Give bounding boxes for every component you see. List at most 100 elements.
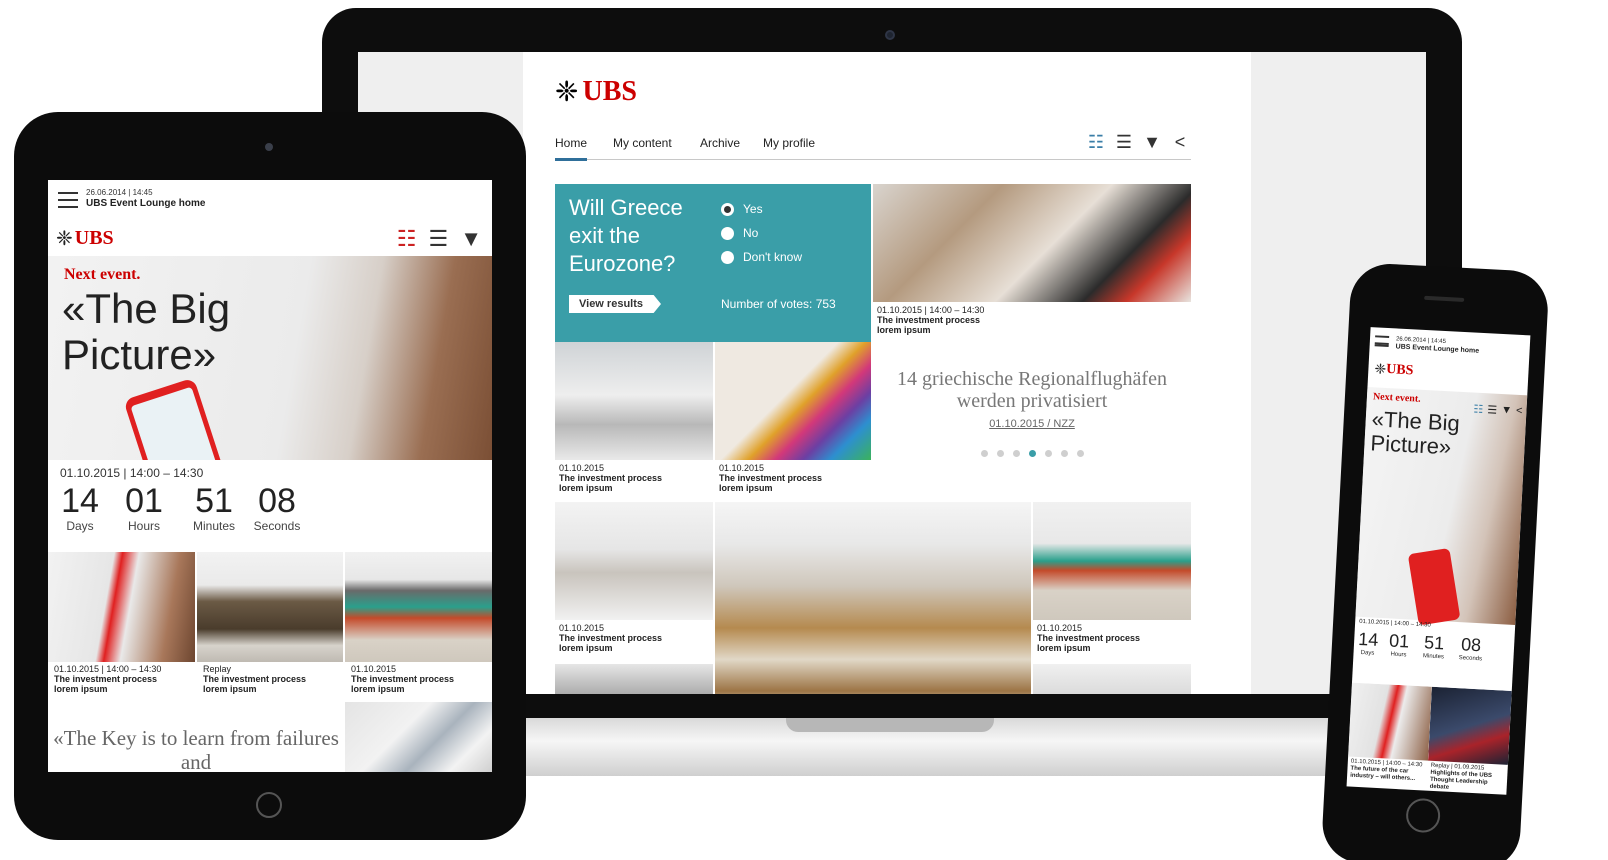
content-tile-image[interactable] <box>345 702 492 772</box>
ubs-logo[interactable]: ❈ UBS <box>56 226 114 250</box>
filter-icon[interactable]: ▼ <box>1501 404 1513 418</box>
tab-home[interactable]: Home <box>555 136 588 161</box>
content-tile[interactable]: 01.10.2015 The investment process lorem … <box>345 552 492 702</box>
carousel-dots <box>873 450 1191 457</box>
content-tile[interactable]: 01.10.2015 The investment process lorem … <box>1033 502 1191 662</box>
poll-option-dont-know[interactable]: Don't know <box>721 250 802 264</box>
view-results-button[interactable]: View results <box>569 295 661 313</box>
view-tools: ☷ ☰ ▼ < <box>1087 132 1189 153</box>
tile-title: The investment process <box>351 674 455 684</box>
tile-meta: 01.10.2015 | 14:00 – 14:30 The investmen… <box>54 664 161 694</box>
countdown-label: Minutes <box>192 519 236 533</box>
carousel-dot[interactable] <box>996 450 1004 457</box>
radio-icon[interactable] <box>721 226 734 240</box>
tile-image <box>873 184 1191 302</box>
header-datetime: 26.06.2014 | 14:45 <box>86 188 153 197</box>
tab-my-profile[interactable]: My profile <box>763 136 815 150</box>
countdown-value: 51 <box>195 482 233 520</box>
countdown: 01.10.2015 | 14:00 – 14:30 14 Days 01 Hour… <box>1352 617 1515 691</box>
next-event-hero[interactable]: Next event. «The Big Picture» <box>48 256 492 460</box>
event-time: 01.10.2015 | 14:00 – 14:30 <box>60 466 204 480</box>
carousel-dot[interactable] <box>1060 450 1068 457</box>
carousel-dot[interactable] <box>980 450 988 457</box>
event-time: 01.10.2015 | 14:00 – 14:30 <box>1359 618 1431 629</box>
countdown-minutes: 51 Minutes <box>188 482 240 533</box>
countdown-label: Hours <box>127 519 160 533</box>
tiles-view-icon[interactable]: ☷ <box>1087 132 1105 153</box>
ubs-logo[interactable]: ❈ UBS <box>555 76 637 108</box>
ubs-logo[interactable]: ❈ UBS <box>1374 361 1414 379</box>
phone-device: 26.06.2014 | 14:45 UBS Event Lounge home… <box>1320 262 1550 860</box>
tab-my-content[interactable]: My content <box>613 136 672 150</box>
poll-widget: Will Greece exit the Eurozone? Yes No Do… <box>555 184 871 342</box>
tile-subtitle: lorem ipsum <box>877 325 931 335</box>
ubs-keys-icon: ❈ <box>555 75 579 108</box>
tile-title: The investment process <box>719 473 823 483</box>
ubs-keys-icon: ❈ <box>1373 361 1387 378</box>
tile-meta: 01.10.2015 The investment process lorem … <box>559 463 662 493</box>
countdown-value: 01 <box>1388 630 1410 652</box>
header-home-link[interactable]: UBS Event Lounge home <box>1395 343 1479 354</box>
tile-subtitle: lorem ipsum <box>1037 643 1091 653</box>
header-home-link[interactable]: UBS Event Lounge home <box>86 198 205 209</box>
tile-date: 01.10.2015 <box>559 623 605 633</box>
countdown-label: Seconds <box>1458 655 1483 663</box>
list-view-icon[interactable]: ☰ <box>1115 132 1133 153</box>
tile-image <box>345 552 492 662</box>
radio-icon[interactable] <box>721 250 734 264</box>
tile-image <box>1428 686 1512 765</box>
carousel-dot[interactable] <box>1044 450 1052 457</box>
tile-meta: 01.10.2015 The investment process lorem … <box>559 623 662 653</box>
content-tile[interactable]: 01.10.2015 The investment process lorem … <box>715 342 871 502</box>
content-tile-image[interactable] <box>715 502 1031 712</box>
tile-subtitle: lorem ipsum <box>351 684 405 694</box>
hero-image-phone <box>1407 547 1461 626</box>
filter-icon[interactable]: ▼ <box>1143 132 1161 153</box>
list-view-icon[interactable]: ☰ <box>428 226 448 252</box>
carousel-dot-active[interactable] <box>1028 450 1036 457</box>
camera-icon <box>265 143 273 151</box>
content-tile[interactable]: 01.10.2015 The investment process lorem … <box>555 502 713 662</box>
tab-archive[interactable]: Archive <box>700 136 740 150</box>
hamburger-menu-icon[interactable] <box>58 192 78 208</box>
news-carousel[interactable]: 14 griechische Regionalflughäfen werden … <box>873 342 1191 502</box>
content-tile[interactable]: 01.10.2015 | 14:00 – 14:30 The future of… <box>1347 682 1432 791</box>
logo-wordmark: UBS <box>1385 361 1414 379</box>
home-button[interactable] <box>256 792 282 818</box>
countdown: 01.10.2015 | 14:00 – 14:30 14 Days 01 Hour… <box>48 460 492 550</box>
share-icon[interactable]: < <box>1171 132 1189 153</box>
filter-icon[interactable]: ▼ <box>460 226 482 252</box>
radio-selected-icon[interactable] <box>721 202 734 216</box>
home-button[interactable] <box>1405 797 1441 834</box>
content-tile[interactable]: Replay The investment process lorem ipsu… <box>197 552 343 702</box>
tile-meta: 01.10.2015 | 14:00 – 14:30 The future of… <box>1350 759 1423 784</box>
content-tile[interactable]: 01.10.2015 The investment process lorem … <box>555 342 713 502</box>
news-source-link[interactable]: 01.10.2015 / NZZ <box>873 418 1191 430</box>
vote-count: Number of votes: 753 <box>721 297 836 311</box>
hero-image-phone <box>123 377 231 460</box>
content-tile[interactable]: 01.10.2015 | 14:00 – 14:30 The investmen… <box>873 184 1191 342</box>
countdown-value: 08 <box>258 482 296 520</box>
tiles-view-icon[interactable]: ☷ <box>397 226 417 252</box>
tile-meta: 01.10.2015 | 14:00 – 14:30 The investmen… <box>877 305 984 335</box>
tile-title: The investment process <box>559 473 663 483</box>
list-view-icon[interactable]: ☰ <box>1487 403 1498 417</box>
tiles-view-icon[interactable]: ☷ <box>1473 403 1484 417</box>
carousel-dot[interactable] <box>1076 450 1084 457</box>
countdown-value: 01 <box>125 482 163 520</box>
poll-option-no[interactable]: No <box>721 226 802 240</box>
content-tile[interactable]: Replay | 01.09.2015 Highlights of the UB… <box>1426 686 1512 795</box>
tile-image <box>1033 502 1191 620</box>
carousel-dot[interactable] <box>1012 450 1020 457</box>
countdown-value: 14 <box>61 482 99 520</box>
camera-icon <box>885 30 895 40</box>
quote-teaser[interactable]: «The Key is to learn from failures and <box>48 720 344 772</box>
logo-wordmark: UBS <box>74 226 114 249</box>
phone-speaker <box>1424 295 1465 302</box>
share-icon[interactable]: < <box>1516 405 1523 418</box>
content-tile[interactable]: 01.10.2015 | 14:00 – 14:30 The investmen… <box>48 552 195 702</box>
countdown-seconds: 08 Seconds <box>250 482 304 533</box>
hamburger-menu-icon[interactable] <box>1374 335 1390 348</box>
poll-option-yes[interactable]: Yes <box>721 202 802 216</box>
tile-image <box>1348 682 1432 761</box>
